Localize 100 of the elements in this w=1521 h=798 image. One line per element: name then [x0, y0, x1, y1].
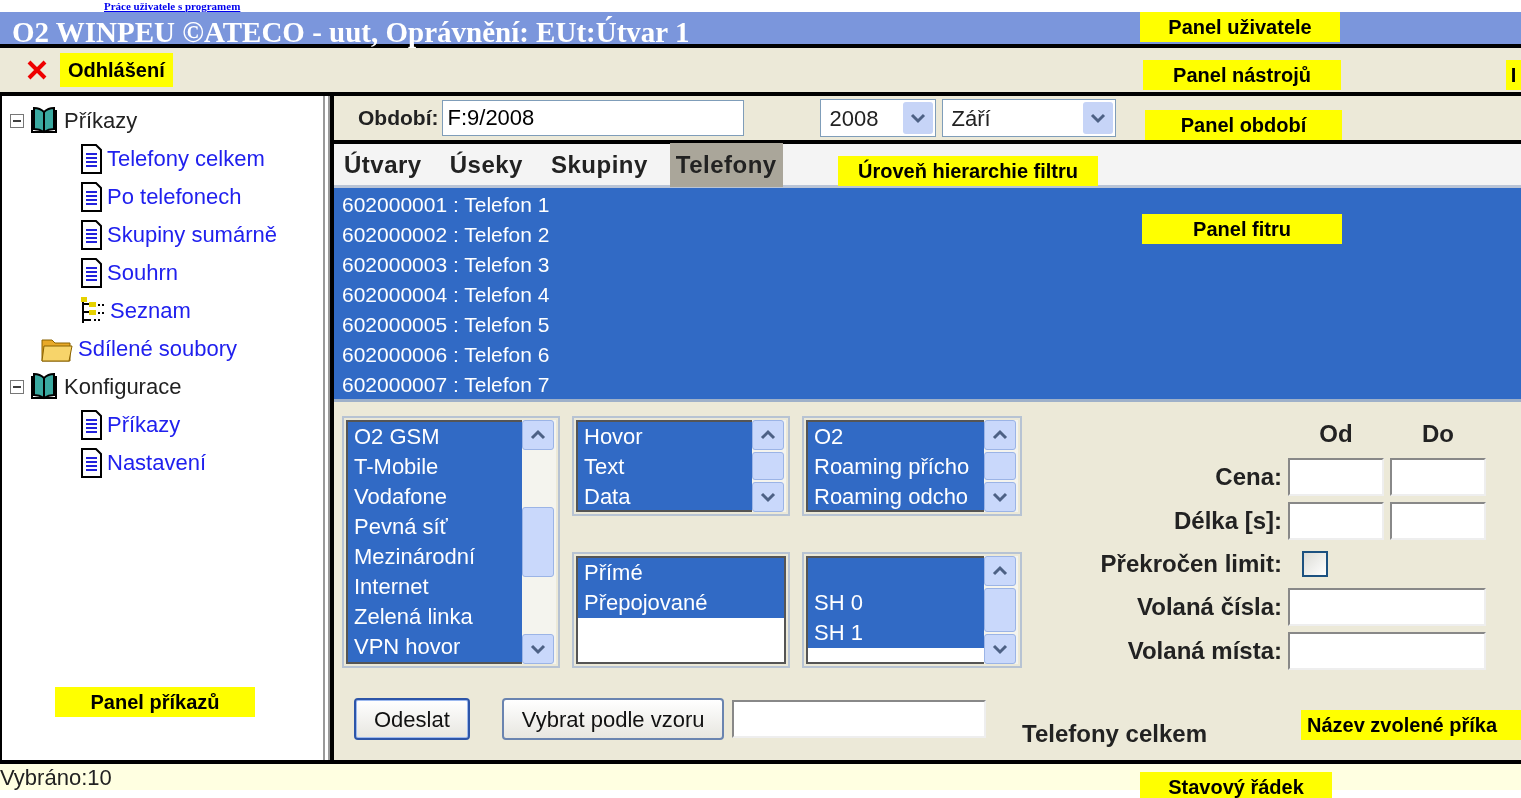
listbox[interactable]: Přímé Přepojované [572, 552, 790, 668]
range-from-field[interactable] [1288, 458, 1384, 496]
scrollbar[interactable] [984, 556, 1018, 664]
annotation-label: Panel fitru [1142, 214, 1342, 244]
field-label: Volaná čísla: [1136, 592, 1282, 622]
scroll-down-button[interactable] [522, 634, 554, 664]
tree-item[interactable]: Telefony celkem [107, 140, 265, 178]
filter-item[interactable]: 602000006 : Telefon 6 [342, 340, 550, 370]
tree-item[interactable]: Skupiny sumárně [107, 216, 277, 254]
filter-item[interactable]: 602000003 : Telefon 3 [342, 250, 550, 280]
filter-item[interactable]: 602000002 : Telefon 2 [342, 220, 550, 250]
scroll-up-button[interactable] [752, 420, 784, 450]
range-to-field[interactable] [1390, 502, 1486, 540]
annotation-label: Panel období [1145, 110, 1342, 140]
status-text: Vybráno:10 [0, 765, 112, 790]
window-title: O2 WINPEU ©ATECO - uut, Oprávnění: EUt:Útvar 1 [12, 16, 690, 48]
book-icon [28, 372, 60, 402]
list-option[interactable]: Data [578, 482, 752, 510]
annotation-label: Stavový řádek [1140, 772, 1332, 798]
tree-item[interactable]: Seznam [110, 292, 191, 330]
list-option[interactable]: Přímé [578, 558, 784, 588]
list-option[interactable]: Text [578, 452, 752, 482]
document-icon [80, 410, 103, 440]
field-label: Délka [s]: [1172, 506, 1282, 536]
close-icon [26, 59, 48, 81]
tree-item[interactable]: Nastavení [107, 444, 207, 482]
filter-tab[interactable]: Útvary [338, 142, 428, 187]
scrollbar[interactable] [522, 420, 556, 664]
annotation-label: Panel příkazů [55, 687, 255, 717]
listbox[interactable]: SH 0 SH 1 [802, 552, 1022, 668]
list-option[interactable]: Mezinárodní [348, 542, 522, 572]
list-option[interactable]: Zelená linka [348, 602, 522, 632]
text-field[interactable] [1288, 632, 1486, 670]
document-icon [80, 448, 103, 478]
dropdown[interactable]: 2008 [820, 99, 937, 137]
scroll-thumb[interactable] [984, 588, 1016, 632]
filter-item[interactable]: 602000005 : Telefon 5 [342, 310, 550, 340]
scroll-down-button[interactable] [752, 482, 784, 512]
field-label: Překročen limit: [1099, 549, 1282, 579]
tree-item[interactable]: Sdílené soubory [78, 330, 237, 368]
checkbox[interactable] [1302, 551, 1328, 577]
document-icon [80, 182, 103, 212]
annotation-label: Panel uživatele [1140, 12, 1340, 42]
list-option[interactable]: Hovor [578, 422, 752, 452]
filter-tab[interactable]: Skupiny [544, 142, 654, 187]
tree-item[interactable]: Konfigurace [64, 368, 182, 406]
filter-tab[interactable]: Úseky [443, 142, 529, 187]
scroll-up-button[interactable] [984, 556, 1016, 586]
text-field[interactable] [1288, 588, 1486, 626]
list-option[interactable]: Roaming odcho [808, 482, 984, 510]
list-option[interactable]: Internet [348, 572, 522, 602]
filter-tab[interactable]: Telefony [669, 142, 783, 187]
list-option[interactable]: O2 [808, 422, 984, 452]
scroll-up-button[interactable] [522, 420, 554, 450]
list-option[interactable]: O2 GSM [348, 422, 522, 452]
list-option[interactable]: VPN hovor [348, 632, 522, 662]
scroll-down-button[interactable] [984, 482, 1016, 512]
tree-item[interactable]: Souhrn [107, 254, 178, 292]
field-label: Cena: [1214, 462, 1282, 492]
scroll-thumb[interactable] [752, 452, 784, 480]
listbox[interactable]: O2 Roaming přícho Roaming odcho [802, 416, 1022, 516]
scrollbar[interactable] [752, 420, 786, 512]
filter-item[interactable]: 602000004 : Telefon 4 [342, 280, 550, 310]
collapse-icon[interactable] [10, 380, 24, 394]
period-field[interactable]: F:9/2008 [442, 100, 745, 136]
period-label: Období: [358, 105, 439, 132]
logout-link[interactable]: Odhlášení [60, 53, 173, 87]
tree-item[interactable]: Po telefonech [107, 178, 242, 216]
scroll-up-button[interactable] [984, 420, 1016, 450]
range-to-field[interactable] [1390, 458, 1486, 496]
list-option[interactable]: SH 1 [808, 618, 984, 648]
tree-item[interactable]: Příkazy [107, 406, 181, 444]
book-icon [28, 106, 60, 136]
scroll-thumb[interactable] [984, 452, 1016, 480]
pattern-field[interactable] [732, 700, 987, 738]
scrollbar[interactable] [984, 420, 1018, 512]
list-option[interactable]: Pevná síť [348, 512, 522, 542]
tree-item[interactable]: Příkazy [64, 102, 138, 140]
scroll-thumb[interactable] [522, 507, 554, 577]
annotation-label: Název zvolené příka [1301, 710, 1521, 740]
hierarchy-icon [80, 296, 106, 326]
dropdown[interactable]: Září [942, 99, 1117, 137]
listbox[interactable]: O2 GSM T-Mobile Vodafone Pevná síť Mezinárodní Internet Zelená linka VPN hovor [342, 416, 560, 668]
list-option[interactable]: T-Mobile [348, 452, 522, 482]
field-label: Volaná místa: [1126, 636, 1282, 666]
listbox[interactable]: Hovor Text Data [572, 416, 790, 516]
list-option[interactable]: Roaming přícho [808, 452, 984, 482]
list-option[interactable]: Přepojované [578, 588, 784, 618]
annotation-label: Úroveň hierarchie filtru [838, 156, 1098, 186]
action-button[interactable]: Odeslat [354, 698, 470, 740]
filter-item[interactable]: 602000007 : Telefon 7 [342, 370, 550, 400]
scroll-down-button[interactable] [984, 634, 1016, 664]
command-name: Telefony celkem [1022, 719, 1207, 749]
list-option[interactable]: SH 0 [808, 588, 984, 618]
top-link[interactable]: Práce uživatele s programem [104, 0, 241, 12]
filter-item[interactable]: 602000001 : Telefon 1 [342, 190, 550, 220]
list-option[interactable]: Vodafone [348, 482, 522, 512]
action-button[interactable]: Vybrat podle vzoru [501, 698, 725, 740]
range-from-field[interactable] [1288, 502, 1384, 540]
collapse-icon[interactable] [10, 114, 24, 128]
